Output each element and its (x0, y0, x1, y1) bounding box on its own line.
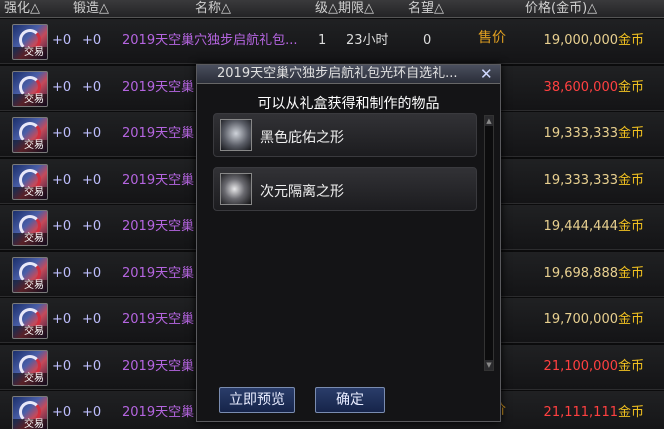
item-icon (220, 119, 252, 151)
price-amount: 19,698,888 (543, 265, 618, 281)
enhance-value: +0 (52, 312, 72, 327)
item-preview-dialog: 2019天空巢穴独步启航礼包光环自选礼... ✕ 可以从礼盒获得和制作的物品 黑… (196, 64, 501, 422)
price-unit: 金币 (617, 219, 644, 234)
obtainable-item[interactable]: 黑色庇佑之形 (213, 113, 477, 157)
forge-value: +0 (82, 265, 102, 281)
trade-label: 交易 (13, 372, 47, 385)
price-value: 38,600,000金币 (544, 80, 644, 96)
price-value: 19,444,444金币 (544, 219, 644, 235)
enhance-value: +0 (52, 33, 72, 48)
trade-label: 交易 (13, 326, 47, 338)
price-value: 21,100,000金币 (544, 359, 644, 375)
col-name[interactable]: 名称△ (195, 1, 231, 17)
sale-label: 售价 (478, 30, 506, 46)
forge-value: +0 (82, 172, 102, 188)
item-icon: 交易 (12, 349, 48, 386)
obtainable-items-list: 黑色庇佑之形 次元隔离之形 (211, 113, 489, 373)
trade-label: 交易 (13, 93, 47, 106)
price-amount: 19,333,333 (543, 172, 618, 188)
dialog-subtitle: 可以从礼盒获得和制作的物品 (257, 96, 440, 112)
price-value: 21,111,111金币 (544, 405, 644, 421)
forge-value: +0 (82, 79, 102, 95)
price-amount: 19,444,444 (543, 219, 618, 234)
trade-label: 交易 (13, 233, 47, 245)
price-unit: 金币 (617, 126, 644, 141)
forge-value: +0 (82, 312, 102, 327)
enhance-value: +0 (52, 405, 72, 420)
trade-label: 交易 (13, 186, 47, 199)
item-icon: 交易 (12, 396, 48, 429)
price-value: 19,333,333金币 (544, 126, 644, 142)
trade-label: 交易 (13, 140, 47, 152)
dialog-title: 2019天空巢穴独步启航礼包光环自选礼... (217, 66, 458, 81)
item-name: 次元隔离之形 (260, 184, 344, 200)
price-unit: 金币 (617, 79, 644, 95)
enhance-value: +0 (52, 126, 72, 141)
level-value: 1 (318, 33, 327, 48)
trade-label: 交易 (13, 419, 47, 429)
forge-value: +0 (82, 405, 102, 420)
fame-value: 0 (423, 33, 432, 48)
price-amount: 38,600,000 (543, 79, 618, 95)
obtainable-item[interactable]: 次元隔离之形 (213, 167, 477, 211)
enhance-value: +0 (52, 172, 72, 188)
price-value: 19,000,000金币 (544, 33, 644, 49)
price-amount: 21,100,000 (543, 358, 618, 374)
item-icon: 交易 (12, 117, 48, 153)
price-amount: 19,333,333 (543, 126, 618, 141)
col-fame[interactable]: 名望△ (408, 1, 444, 17)
item-name[interactable]: 2019天空巢穴独步启航礼包... (122, 33, 312, 49)
price-unit: 金币 (617, 312, 644, 327)
item-icon (220, 173, 252, 205)
item-icon: 交易 (12, 303, 48, 339)
forge-value: +0 (82, 126, 102, 141)
item-icon: 交易 (12, 256, 48, 293)
col-forge[interactable]: 锻造△ (73, 1, 109, 17)
item-icon: 交易 (12, 24, 48, 60)
forge-value: +0 (82, 358, 102, 374)
forge-value: +0 (82, 219, 102, 234)
table-row[interactable]: 交易 +0 +0 2019天空巢穴独步启航礼包... 1 23小时 0 售价 1… (0, 19, 664, 64)
item-icon: 交易 (12, 70, 48, 107)
price-unit: 金币 (617, 405, 644, 420)
price-value: 19,700,000金币 (544, 312, 644, 328)
duration-value: 23小时 (346, 33, 389, 48)
scroll-down-icon[interactable]: ▼ (485, 360, 493, 370)
price-amount: 19,000,000 (543, 33, 618, 48)
price-unit: 金币 (617, 172, 644, 188)
trade-label: 交易 (13, 47, 47, 59)
price-unit: 金币 (617, 33, 644, 48)
confirm-button[interactable]: 确定 (315, 387, 385, 413)
close-icon[interactable]: ✕ (480, 65, 494, 83)
enhance-value: +0 (52, 265, 72, 281)
preview-now-button[interactable]: 立即预览 (219, 387, 295, 413)
dialog-title-bar[interactable]: 2019天空巢穴独步启航礼包光环自选礼... ✕ (197, 65, 500, 84)
enhance-value: +0 (52, 79, 72, 95)
col-level-duration[interactable]: 级△期限△ (315, 1, 374, 17)
price-value: 19,333,333金币 (544, 173, 644, 189)
forge-value: +0 (82, 33, 102, 48)
item-icon: 交易 (12, 210, 48, 246)
price-unit: 金币 (617, 358, 644, 374)
col-price[interactable]: 价格(金币)△ (525, 1, 597, 17)
price-amount: 21,111,111 (543, 405, 618, 420)
item-name: 黑色庇佑之形 (260, 130, 344, 146)
price-unit: 金币 (617, 265, 644, 281)
scroll-up-icon[interactable]: ▲ (485, 116, 493, 126)
enhance-value: +0 (52, 358, 72, 374)
item-icon: 交易 (12, 163, 48, 200)
table-header: 强化△ 锻造△ 名称△ 级△期限△ 名望△ 价格(金币)△ (0, 0, 664, 18)
enhance-value: +0 (52, 219, 72, 234)
price-amount: 19,700,000 (543, 312, 618, 327)
trade-label: 交易 (13, 279, 47, 292)
list-scrollbar[interactable]: ▲ ▼ (484, 115, 494, 371)
price-value: 19,698,888金币 (544, 266, 644, 282)
col-enhance[interactable]: 强化△ (4, 1, 40, 17)
